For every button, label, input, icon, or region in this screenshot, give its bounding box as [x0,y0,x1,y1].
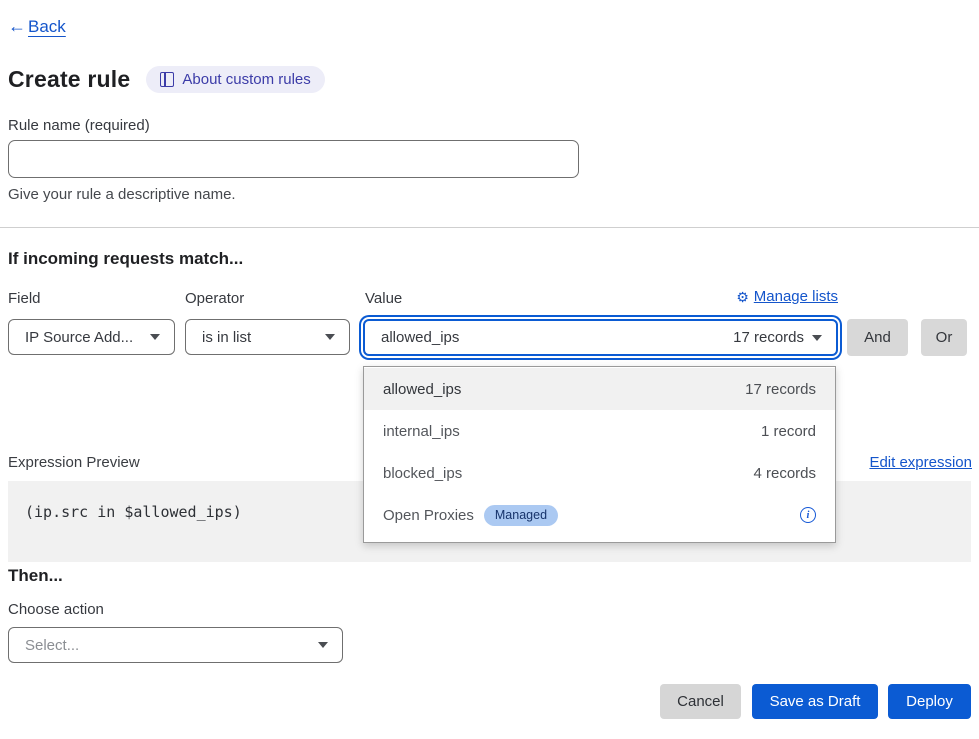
list-item-record-count: 17 records [745,381,816,398]
rule-name-input[interactable] [8,140,579,178]
list-item-record-count: 1 record [761,423,816,440]
list-item-blocked-ips[interactable]: blocked_ips 4 records [364,452,835,494]
list-item-name: Open Proxies [383,507,474,524]
or-button[interactable]: Or [921,319,967,356]
save-as-draft-button[interactable]: Save as Draft [752,684,878,719]
chevron-down-icon [325,334,335,340]
list-item-record-count: 4 records [753,465,816,482]
page-title: Create rule [8,66,130,93]
expression-code: (ip.src in $allowed_ips) [25,503,242,521]
chevron-down-icon [812,335,822,341]
field-select[interactable]: IP Source Add... [8,319,175,355]
list-item-name: internal_ips [383,423,460,440]
managed-badge: Managed [484,505,558,526]
back-link-label: Back [28,17,66,37]
chevron-down-icon [150,334,160,340]
then-section-heading: Then... [8,566,63,586]
action-select-placeholder: Select... [25,637,79,654]
edit-expression-link[interactable]: Edit expression [869,454,972,471]
value-select-records: 17 records [733,329,804,346]
info-icon[interactable]: i [800,507,816,523]
value-dropdown-menu: allowed_ips 17 records internal_ips 1 re… [363,366,836,543]
value-select-value: allowed_ips [381,329,459,346]
manage-lists-link[interactable]: ⚙ Manage lists [363,288,838,305]
gear-icon: ⚙ [736,290,749,304]
rule-name-helper-text: Give your rule a descriptive name. [8,186,236,203]
action-select[interactable]: Select... [8,627,343,663]
title-row: Create rule About custom rules [8,66,325,93]
match-section-heading: If incoming requests match... [8,249,243,269]
field-select-value: IP Source Add... [25,329,133,346]
field-label: Field [8,290,41,307]
book-icon [160,72,174,87]
list-item-name: allowed_ips [383,381,461,398]
list-item-name: blocked_ips [383,465,462,482]
choose-action-label: Choose action [8,601,104,618]
operator-select[interactable]: is in list [185,319,350,355]
section-divider [0,227,979,228]
list-item-open-proxies[interactable]: Open Proxies Managed i [364,494,835,536]
deploy-button[interactable]: Deploy [888,684,971,719]
manage-lists-label: Manage lists [754,288,838,305]
cancel-button[interactable]: Cancel [660,684,741,719]
back-arrow-icon: ← [8,16,26,37]
list-item-allowed-ips[interactable]: allowed_ips 17 records [364,368,835,410]
rule-name-label: Rule name (required) [8,117,150,134]
and-button[interactable]: And [847,319,908,356]
operator-select-value: is in list [202,329,251,346]
about-custom-rules-label: About custom rules [182,71,310,88]
chevron-down-icon [318,642,328,648]
back-link[interactable]: ←Back [8,16,66,37]
about-custom-rules-link[interactable]: About custom rules [146,66,324,93]
value-select[interactable]: allowed_ips 17 records [363,319,838,356]
list-item-internal-ips[interactable]: internal_ips 1 record [364,410,835,452]
expression-preview-label: Expression Preview [8,454,140,471]
operator-label: Operator [185,290,244,307]
